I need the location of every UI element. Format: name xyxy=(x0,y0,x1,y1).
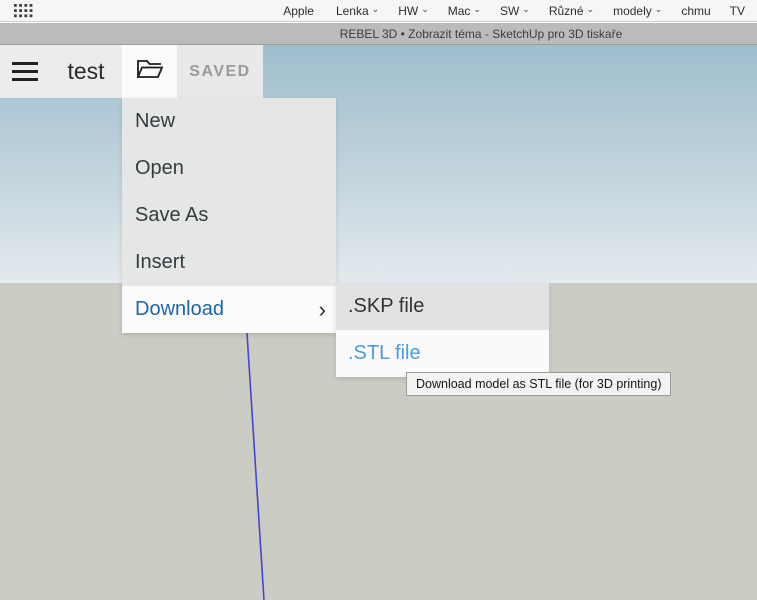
menu-item-download[interactable]: Download › xyxy=(122,286,336,333)
bookmarks-grid-icon[interactable] xyxy=(14,4,33,21)
submenu-item-stl-file[interactable]: .STL file xyxy=(336,330,549,377)
screen: Apple Lenka⌄ HW⌄ Mac⌄ SW⌄ Různé⌄ modely⌄… xyxy=(0,0,757,600)
chevron-down-icon: ⌄ xyxy=(473,4,481,15)
download-submenu: .SKP file .STL file xyxy=(336,283,549,377)
app-header: test SAVED xyxy=(0,45,263,98)
stl-tooltip: Download model as STL file (for 3D print… xyxy=(406,372,671,396)
menu-item-save-as[interactable]: Save As xyxy=(122,192,336,239)
bookmarks-bar: Apple Lenka⌄ HW⌄ Mac⌄ SW⌄ Různé⌄ modely⌄… xyxy=(0,0,757,22)
bookmark-lenka[interactable]: Lenka⌄ xyxy=(336,4,379,18)
bookmark-modely[interactable]: modely⌄ xyxy=(613,4,662,18)
chevron-down-icon: ⌄ xyxy=(421,4,429,15)
chevron-down-icon: ⌄ xyxy=(522,4,530,15)
save-status-badge: SAVED xyxy=(177,45,263,98)
model-viewport[interactable]: test SAVED New Open Save As Insert xyxy=(0,45,757,600)
bookmark-tv[interactable]: TV xyxy=(730,4,745,18)
main-menu-button[interactable] xyxy=(0,45,50,98)
chevron-down-icon: ⌄ xyxy=(372,4,380,15)
menu-item-open[interactable]: Open xyxy=(122,145,336,192)
menu-item-insert[interactable]: Insert xyxy=(122,239,336,286)
chevron-down-icon: ⌄ xyxy=(587,4,595,15)
menu-item-new[interactable]: New xyxy=(122,98,336,145)
submenu-item-skp-file[interactable]: .SKP file xyxy=(336,283,549,330)
bookmark-chmu[interactable]: chmu xyxy=(681,4,710,18)
file-menu-button[interactable] xyxy=(122,45,177,98)
bookmark-ruzne[interactable]: Různé⌄ xyxy=(549,4,594,18)
bookmark-apple[interactable]: Apple xyxy=(283,4,317,18)
document-title[interactable]: test xyxy=(50,45,122,98)
bookmark-hw[interactable]: HW⌄ xyxy=(398,4,429,18)
bookmark-sw[interactable]: SW⌄ xyxy=(500,4,530,18)
open-folder-icon xyxy=(135,57,165,86)
submenu-arrow-icon: › xyxy=(319,299,326,321)
bookmark-mac[interactable]: Mac⌄ xyxy=(448,4,481,18)
file-menu-dropdown: New Open Save As Insert Download › xyxy=(122,98,336,333)
tab-title: REBEL 3D • Zobrazit téma - SketchUp pro … xyxy=(0,23,757,45)
hamburger-icon xyxy=(12,62,38,81)
chevron-down-icon: ⌄ xyxy=(655,4,663,15)
tab-bar: REBEL 3D • Zobrazit téma - SketchUp pro … xyxy=(0,23,757,45)
